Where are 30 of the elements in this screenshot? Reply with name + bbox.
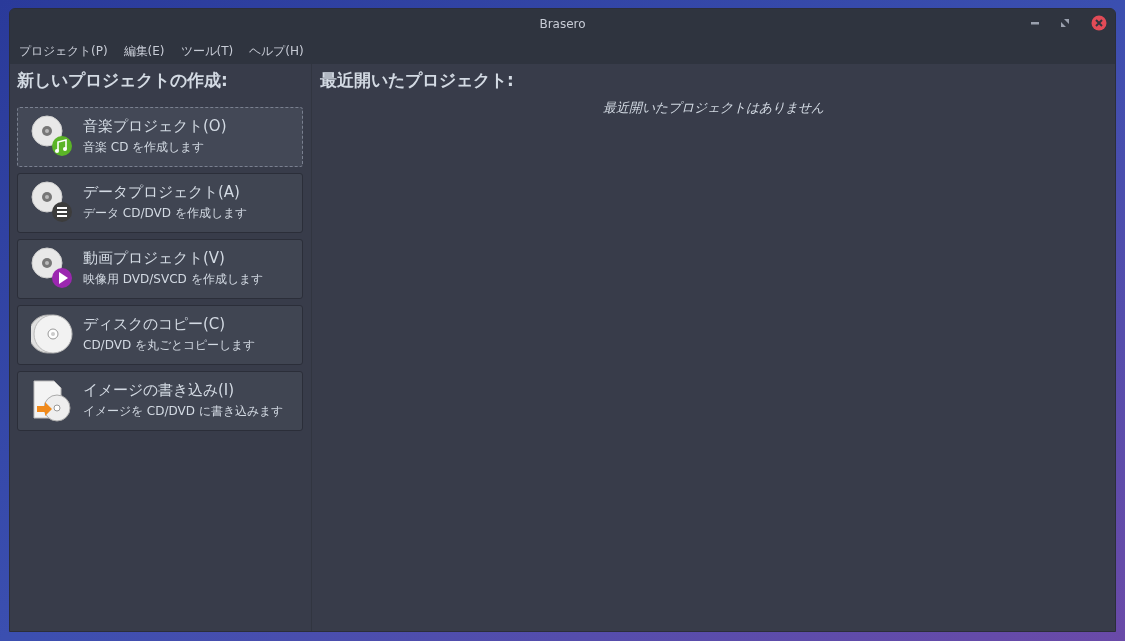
project-description: データ CD/DVD を作成します: [83, 204, 247, 222]
menu-item[interactable]: ツール(T): [180, 42, 234, 60]
project-button[interactable]: イメージの書き込み(I) イメージを CD/DVD に書き込みます: [17, 370, 303, 431]
menu-item[interactable]: ヘルプ(H): [249, 42, 304, 60]
section-heading: 新しいプロジェクトの作成:: [17, 69, 229, 92]
menu-item[interactable]: 編集(E): [123, 42, 165, 60]
project-description: CD/DVD を丸ごとコピーします: [83, 336, 255, 354]
project-description: イメージを CD/DVD に書き込みます: [83, 402, 283, 420]
video-disc-icon: [31, 246, 75, 291]
project-description: 音楽 CD を作成します: [83, 138, 206, 156]
project-description: 映像用 DVD/SVCD を作成します: [83, 270, 263, 288]
close-icon[interactable]: [1091, 15, 1107, 31]
window-title: Brasero: [539, 15, 586, 33]
menu-item[interactable]: プロジェクト(P): [19, 42, 108, 60]
project-button[interactable]: ディスクのコピー(C) CD/DVD を丸ごとコピーします: [17, 304, 303, 365]
data-disc-icon: [31, 180, 75, 225]
project-button[interactable]: 動画プロジェクト(V) 映像用 DVD/SVCD を作成します: [17, 238, 303, 299]
empty-message: 最近開いたプロジェクトはありません: [603, 98, 824, 117]
minimize-icon[interactable]: [1031, 21, 1039, 25]
section-heading: 最近開いたプロジェクト:: [320, 69, 515, 92]
project-title: データプロジェクト(A): [83, 181, 241, 202]
project-title: イメージの書き込み(I): [83, 379, 236, 400]
project-title: 動画プロジェクト(V): [83, 247, 226, 268]
disc-copy-icon: [31, 312, 75, 357]
restore-icon[interactable]: [1061, 19, 1069, 27]
project-title: 音楽プロジェクト(O): [83, 115, 227, 136]
music-disc-icon: [31, 114, 75, 159]
project-button[interactable]: データプロジェクト(A) データ CD/DVD を作成します: [17, 172, 303, 233]
project-title: ディスクのコピー(C): [83, 313, 227, 334]
project-button[interactable]: 音楽プロジェクト(O) 音楽 CD を作成します: [17, 106, 303, 167]
